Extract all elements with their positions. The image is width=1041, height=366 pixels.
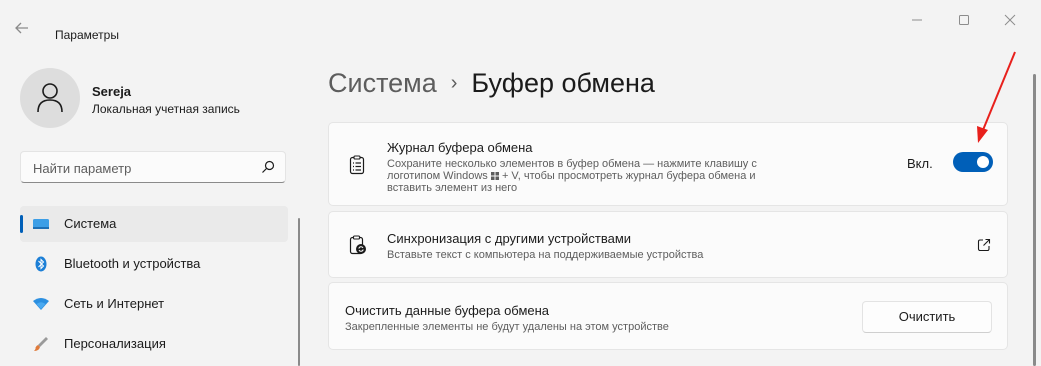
clipboard-history-toggle[interactable] <box>953 152 993 172</box>
breadcrumb-parent[interactable]: Система <box>328 68 437 98</box>
sidebar-item-personalization[interactable]: Персонализация <box>20 326 288 362</box>
arrow-left-icon <box>15 22 28 34</box>
close-button[interactable] <box>995 14 1025 36</box>
back-button[interactable] <box>14 20 42 48</box>
sidebar-item-bluetooth[interactable]: Bluetooth и устройства <box>20 246 288 282</box>
close-icon <box>1004 14 1016 26</box>
clipboard-sync-icon <box>349 235 366 255</box>
clear-button[interactable]: Очистить <box>862 301 992 333</box>
minimize-button[interactable] <box>902 14 932 36</box>
sidebar-item-label: Сеть и Интернет <box>64 296 165 311</box>
settings-window: Параметры Sereja Локальная учетная запис… <box>0 0 1041 366</box>
person-icon <box>37 83 63 113</box>
history-desc-line2a: логотипом Windows <box>387 170 488 182</box>
sidebar-item-label: Bluetooth и устройства <box>64 256 201 271</box>
clear-clipboard-card: Очистить данные буфера обмена Закрепленн… <box>328 282 1008 350</box>
open-external-icon[interactable] <box>977 238 991 252</box>
bluetooth-icon <box>35 256 47 272</box>
history-desc-line1: Сохраните несколько элементов в буфер об… <box>387 158 757 170</box>
avatar[interactable] <box>20 68 80 128</box>
maximize-button[interactable] <box>949 14 979 36</box>
clipboard-list-icon <box>349 155 365 175</box>
toggle-state-label: Вкл. <box>907 156 933 171</box>
paintbrush-icon <box>34 337 48 351</box>
app-title: Параметры <box>55 28 119 42</box>
search-icon[interactable] <box>261 160 275 174</box>
account-type: Локальная учетная запись <box>92 102 240 116</box>
breadcrumb: Система › Буфер обмена <box>328 68 655 108</box>
search-input[interactable] <box>31 158 255 178</box>
clear-description: Закрепленные элементы не будут удалены н… <box>345 321 669 333</box>
system-display-icon <box>33 219 49 229</box>
sidebar-item-label: Персонализация <box>64 336 166 351</box>
active-indicator <box>20 215 23 233</box>
title-bar: Параметры <box>0 0 1041 52</box>
minimize-icon <box>912 19 922 21</box>
clipboard-sync-card[interactable]: Синхронизация с другими устройствами Вст… <box>328 211 1008 278</box>
history-title: Журнал буфера обмена <box>387 140 533 155</box>
breadcrumb-separator: › <box>450 72 458 94</box>
clear-title: Очистить данные буфера обмена <box>345 303 550 318</box>
sidebar-item-label: Система <box>64 216 117 231</box>
maximize-icon <box>959 15 969 25</box>
wifi-icon <box>33 298 49 310</box>
history-description: Сохраните несколько элементов в буфер об… <box>387 158 807 194</box>
history-desc-line3: вставить элемент из него <box>387 182 518 194</box>
toggle-knob <box>977 156 989 168</box>
sidebar-scrollbar[interactable] <box>298 218 300 366</box>
sidebar-item-network[interactable]: Сеть и Интернет <box>20 286 288 322</box>
search-box[interactable] <box>20 151 286 183</box>
windows-logo-icon <box>490 172 499 180</box>
sidebar-item-system[interactable]: Система <box>20 206 288 242</box>
main-scrollbar[interactable] <box>1033 74 1036 366</box>
sync-title: Синхронизация с другими устройствами <box>387 231 632 246</box>
sync-description: Вставьте текст с компьютера на поддержив… <box>387 249 704 261</box>
user-name: Sereja <box>92 84 132 99</box>
page-title: Буфер обмена <box>471 68 655 98</box>
clipboard-history-card: Журнал буфера обмена Сохраните несколько… <box>328 122 1008 206</box>
history-desc-line2b: + V, чтобы просмотреть журнал буфера обм… <box>501 170 756 182</box>
